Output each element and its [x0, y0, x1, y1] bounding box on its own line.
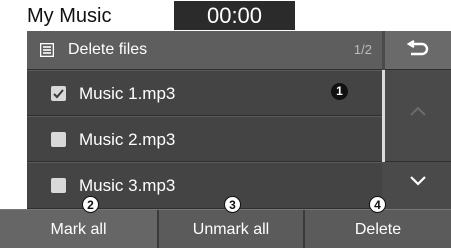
item-label: Music 1.mp3	[79, 84, 176, 103]
page-title: Delete files	[68, 41, 148, 58]
list-item[interactable]: Music 2.mp3	[27, 116, 382, 162]
callout-2: 2	[82, 196, 99, 213]
app-title: My Music	[27, 5, 112, 27]
list-item[interactable]: Music 1.mp3	[27, 70, 382, 116]
scroll-down-button[interactable]	[385, 162, 451, 209]
back-button[interactable]	[385, 31, 451, 70]
checkbox-unchecked[interactable]	[51, 178, 66, 193]
back-arrow-icon	[406, 40, 429, 56]
status-bar: My Music 00:00	[0, 0, 451, 31]
clock: 00:00	[172, 1, 297, 30]
unmark-all-button[interactable]: Unmark all	[159, 210, 305, 248]
chevron-down-icon	[410, 176, 426, 186]
list-doc-icon	[40, 43, 54, 57]
delete-button[interactable]: Delete	[305, 210, 451, 248]
scroll-up-button[interactable]	[385, 70, 451, 162]
page-indicator: 1/2	[353, 42, 372, 57]
mark-all-button[interactable]: Mark all	[0, 210, 159, 248]
checkbox-unchecked[interactable]	[51, 132, 66, 147]
checkmark-icon	[53, 89, 64, 99]
callout-1: 1	[331, 83, 348, 100]
screen-header: Delete files 1/2	[27, 31, 382, 70]
checkbox-checked[interactable]	[51, 86, 66, 101]
list-item[interactable]: Music 3.mp3	[27, 162, 382, 209]
item-label: Music 2.mp3	[79, 130, 176, 149]
chevron-up-icon	[410, 106, 426, 116]
callout-4: 4	[369, 196, 386, 213]
device-frame: My Music 00:00 Delete files 1/2 Music 1.…	[0, 0, 451, 248]
bottom-toolbar: Mark all Unmark all Delete	[0, 209, 451, 248]
main-screen: Delete files 1/2 Music 1.mp3 Music 2.mp3	[27, 31, 451, 209]
file-list: Music 1.mp3 Music 2.mp3 Music 3.mp3	[27, 70, 382, 209]
callout-3: 3	[224, 196, 241, 213]
